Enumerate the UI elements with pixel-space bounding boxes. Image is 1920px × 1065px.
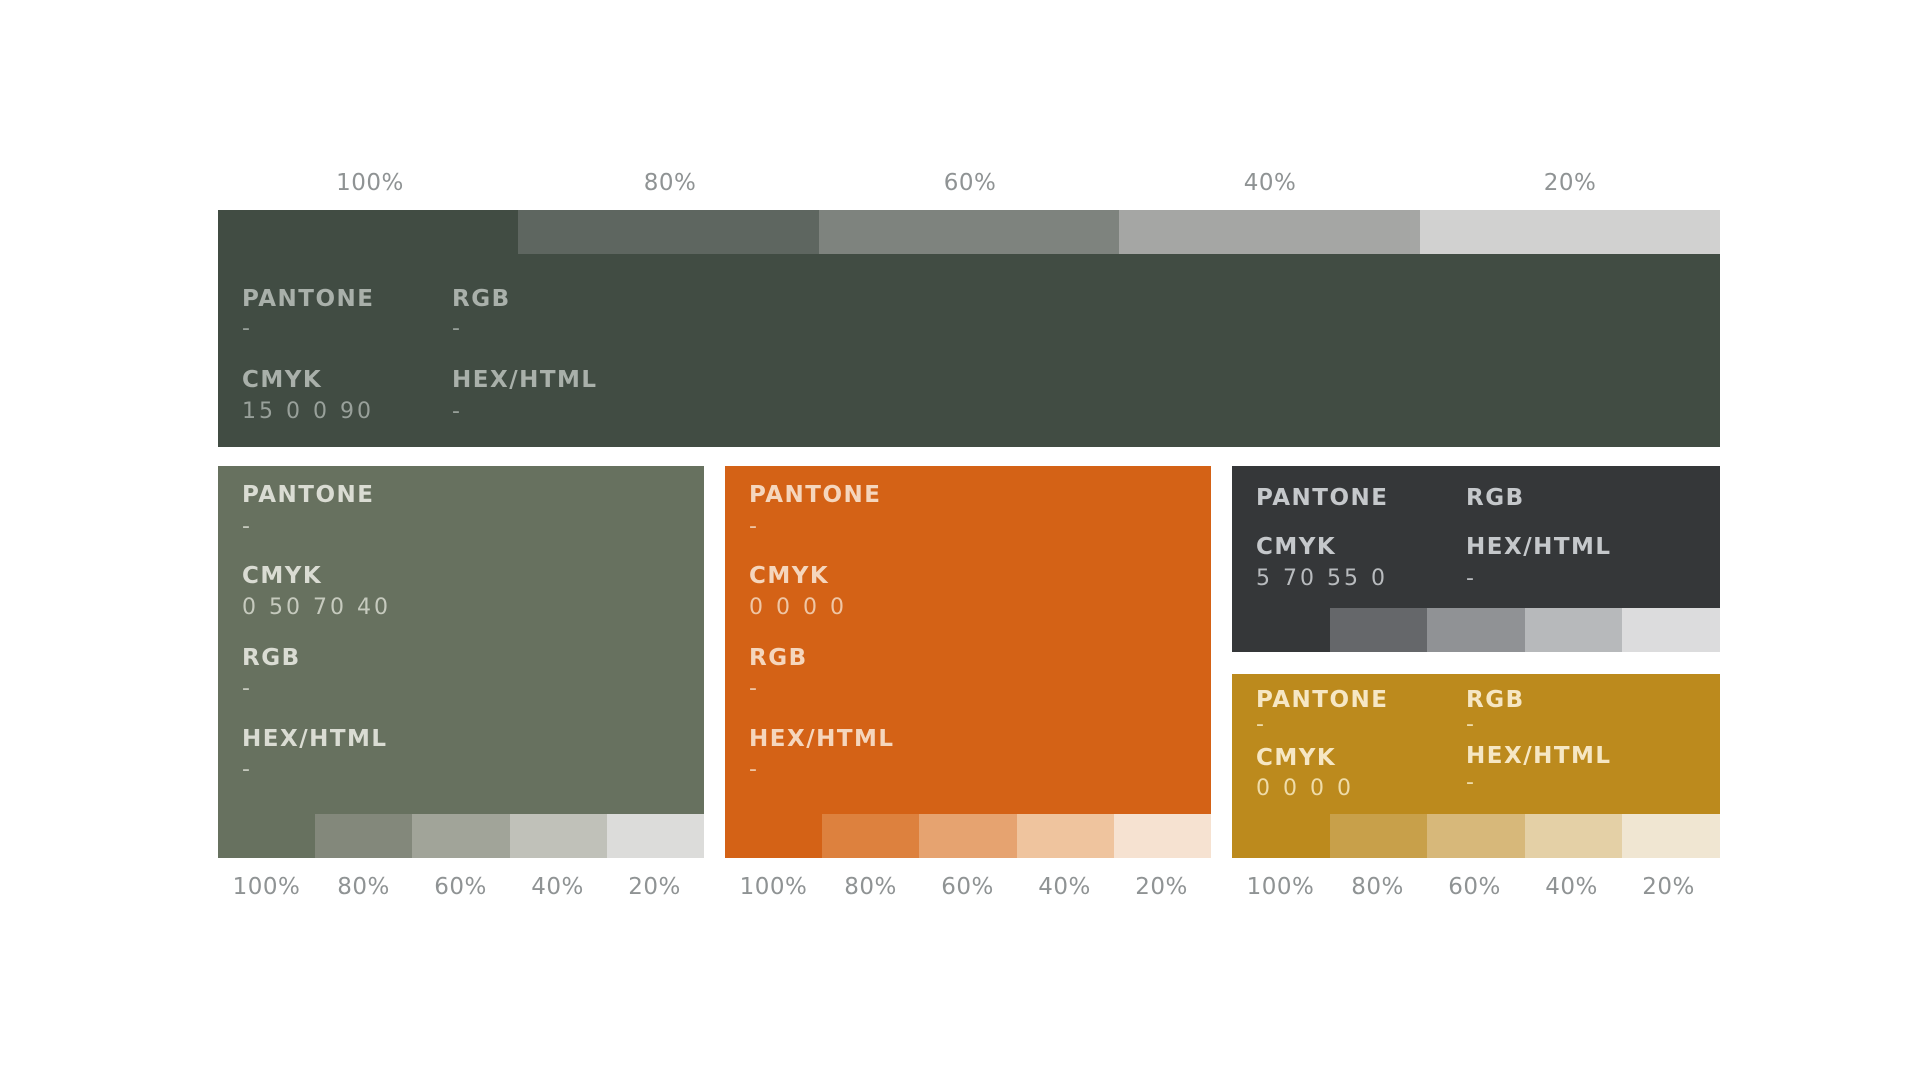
orange-pantone-value: - xyxy=(749,514,760,539)
mustard-percent-60: 60% xyxy=(1448,874,1501,900)
top-percent-60: 60% xyxy=(943,170,997,196)
primary-tint-80 xyxy=(518,210,819,254)
orange-cmyk-value: 0 0 0 0 xyxy=(749,595,847,620)
mustard-percent-100: 100% xyxy=(1246,874,1315,900)
orange-percent-100: 100% xyxy=(739,874,808,900)
charcoal-color-swatch: PANTONE RGB CMYK 5 70 55 0 HEX/HTML - xyxy=(1232,466,1720,608)
mustard-tint-100 xyxy=(1232,814,1330,858)
orange-tint-20 xyxy=(1113,814,1212,858)
sage-rgb-label: RGB xyxy=(242,645,301,671)
orange-hex-label: HEX/HTML xyxy=(749,726,895,752)
primary-cmyk-value: 15 0 0 90 xyxy=(242,399,374,424)
orange-hex-value: - xyxy=(749,757,760,782)
primary-hex-label: HEX/HTML xyxy=(452,367,598,393)
orange-pantone-label: PANTONE xyxy=(749,482,882,508)
primary-pantone-value: - xyxy=(242,316,253,341)
top-percent-80: 80% xyxy=(643,170,697,196)
sage-tint-40 xyxy=(509,814,607,858)
primary-hex-value: - xyxy=(452,399,463,424)
orange-color-swatch: PANTONE - CMYK 0 0 0 0 RGB - HEX/HTML - xyxy=(725,466,1211,814)
orange-cmyk-label: CMYK xyxy=(749,563,830,589)
sage-color-swatch: PANTONE - CMYK 0 50 70 40 RGB - HEX/HTML… xyxy=(218,466,704,814)
primary-tint-60 xyxy=(818,210,1120,254)
primary-cmyk-label: CMYK xyxy=(242,367,323,393)
orange-rgb-label: RGB xyxy=(749,645,808,671)
charcoal-tint-40 xyxy=(1524,608,1623,652)
mustard-hex-label: HEX/HTML xyxy=(1466,743,1612,769)
primary-pantone-label: PANTONE xyxy=(242,286,375,312)
sage-cmyk-label: CMYK xyxy=(242,563,323,589)
sage-percent-100: 100% xyxy=(232,874,301,900)
sage-pantone-label: PANTONE xyxy=(242,482,375,508)
sage-tint-20 xyxy=(606,814,705,858)
sage-pantone-value: - xyxy=(242,514,253,539)
mustard-color-swatch: PANTONE - RGB - CMYK 0 0 0 0 HEX/HTML - xyxy=(1232,674,1720,814)
orange-tint-40 xyxy=(1016,814,1114,858)
mustard-tint-strip xyxy=(1232,814,1720,858)
primary-tint-100 xyxy=(218,210,519,254)
sage-hex-value: - xyxy=(242,757,253,782)
mustard-pantone-value: - xyxy=(1256,712,1267,737)
charcoal-tint-strip xyxy=(1232,608,1720,652)
mustard-tint-40 xyxy=(1524,814,1623,858)
charcoal-hex-label: HEX/HTML xyxy=(1466,534,1612,560)
orange-percent-80: 80% xyxy=(844,874,897,900)
mustard-cmyk-label: CMYK xyxy=(1256,745,1337,771)
mustard-percent-40: 40% xyxy=(1545,874,1598,900)
orange-percent-60: 60% xyxy=(941,874,994,900)
orange-tint-80 xyxy=(822,814,920,858)
mustard-rgb-value: - xyxy=(1466,712,1477,737)
mustard-percent-20: 20% xyxy=(1642,874,1695,900)
charcoal-tint-80 xyxy=(1329,608,1428,652)
sage-tint-80 xyxy=(315,814,413,858)
mustard-tint-80 xyxy=(1329,814,1428,858)
orange-percent-40: 40% xyxy=(1038,874,1091,900)
sage-tint-strip xyxy=(218,814,705,858)
orange-tint-100 xyxy=(725,814,823,858)
sage-tint-60 xyxy=(412,814,510,858)
sage-percent-20: 20% xyxy=(628,874,681,900)
primary-rgb-label: RGB xyxy=(452,286,511,312)
top-percent-40: 40% xyxy=(1243,170,1297,196)
charcoal-hex-value: - xyxy=(1466,566,1477,591)
charcoal-tint-60 xyxy=(1427,608,1525,652)
primary-tint-strip xyxy=(218,210,1721,254)
charcoal-tint-20 xyxy=(1622,608,1720,652)
orange-tint-strip xyxy=(725,814,1212,858)
mustard-rgb-label: RGB xyxy=(1466,687,1525,713)
sage-percent-80: 80% xyxy=(337,874,390,900)
mustard-tint-20 xyxy=(1622,814,1720,858)
mustard-cmyk-value: 0 0 0 0 xyxy=(1256,776,1354,801)
sage-tint-100 xyxy=(218,814,316,858)
primary-tint-40 xyxy=(1119,210,1420,254)
charcoal-rgb-label: RGB xyxy=(1466,485,1525,511)
mustard-hex-value: - xyxy=(1466,770,1477,795)
mustard-percent-80: 80% xyxy=(1351,874,1404,900)
sage-cmyk-value: 0 50 70 40 xyxy=(242,595,391,620)
top-percent-100: 100% xyxy=(336,170,404,196)
sage-hex-label: HEX/HTML xyxy=(242,726,388,752)
orange-tint-60 xyxy=(919,814,1017,858)
charcoal-tint-100 xyxy=(1232,608,1330,652)
charcoal-pantone-label: PANTONE xyxy=(1256,485,1389,511)
orange-rgb-value: - xyxy=(749,676,760,701)
sage-percent-40: 40% xyxy=(531,874,584,900)
sage-rgb-value: - xyxy=(242,676,253,701)
primary-tint-20 xyxy=(1419,210,1721,254)
top-percent-20: 20% xyxy=(1543,170,1597,196)
mustard-pantone-label: PANTONE xyxy=(1256,687,1389,713)
charcoal-cmyk-label: CMYK xyxy=(1256,534,1337,560)
primary-color-swatch: PANTONE - RGB - CMYK 15 0 0 90 HEX/HTML … xyxy=(218,254,1720,447)
mustard-tint-60 xyxy=(1427,814,1525,858)
orange-percent-20: 20% xyxy=(1135,874,1188,900)
charcoal-cmyk-value: 5 70 55 0 xyxy=(1256,566,1388,591)
sage-percent-60: 60% xyxy=(434,874,487,900)
primary-rgb-value: - xyxy=(452,316,463,341)
